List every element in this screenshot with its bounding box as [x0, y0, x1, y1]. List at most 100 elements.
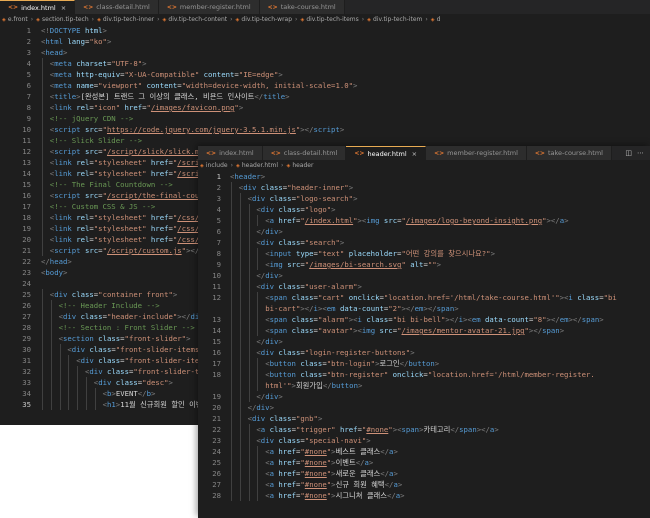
- code-token: div: [260, 348, 274, 357]
- indent-guide: [42, 245, 43, 256]
- tab-class-detail[interactable]: <> class-detail.html: [262, 146, 347, 160]
- code-line: 11 <!-- Slick Slider -->: [0, 135, 650, 146]
- more-actions-icon[interactable]: ⋯: [637, 149, 644, 157]
- code-text: <a href="#none">새로운 클래스</a>: [265, 468, 398, 479]
- element-icon: ◈: [300, 16, 305, 23]
- breadcrumb-item[interactable]: › ◈ section.tip-tech: [28, 16, 89, 23]
- code-token: link: [54, 224, 72, 233]
- code-token: div: [260, 205, 274, 214]
- indent-guide: [42, 366, 43, 377]
- indent-guide: [231, 391, 232, 402]
- code-token: data-count: [485, 315, 529, 324]
- tab-label: index.html: [219, 149, 254, 157]
- tab-header[interactable]: <> header.html ×: [346, 146, 427, 160]
- tab-index[interactable]: <> index.html ×: [0, 0, 76, 14]
- code-token: 새로운 클래스: [335, 469, 381, 478]
- line-number: 8: [216, 249, 221, 258]
- code-token: "location.href='/html/member-register.: [427, 370, 595, 379]
- indent-guide: [248, 380, 250, 391]
- indent-guide: [50, 399, 52, 410]
- code-line: 3 <div class="logo-search">: [198, 193, 650, 204]
- line-number: 14: [22, 169, 31, 178]
- code-token: #none: [366, 425, 389, 434]
- close-icon[interactable]: ×: [61, 4, 66, 12]
- indent-guide: [239, 314, 241, 325]
- line-number: 25: [212, 458, 221, 467]
- tab-take-course[interactable]: <> take-course.html: [259, 0, 345, 14]
- code-token: src: [84, 147, 99, 156]
- code-line: 12 <span class="cart" onclick="location.h…: [198, 292, 650, 303]
- code-editor[interactable]: 1 <header> 2 <div class="header-inner"> 3 <di…: [198, 171, 650, 518]
- line-number: 1: [216, 172, 221, 181]
- indent-guide: [42, 102, 43, 113]
- code-token: ></: [546, 315, 560, 324]
- code-token: class: [260, 183, 283, 192]
- element-icon: ◈: [36, 16, 40, 23]
- breadcrumb-item[interactable]: › ◈ div.tip-tech-content: [154, 16, 227, 23]
- code-text: <!-- jQuery CDN -->: [50, 113, 133, 124]
- indent-guide: [42, 223, 43, 234]
- code-token: DOCTYPE: [49, 26, 81, 35]
- indent-guide: [59, 399, 61, 410]
- code-line: 18 <button class="btn-register" onclick="…: [198, 369, 650, 380]
- indent-guide: [248, 479, 250, 490]
- line-number: 4: [26, 59, 31, 68]
- line-number: 4: [216, 205, 221, 214]
- editor-tab-bar: <> index.html × <> class-detail.html <> member…: [0, 0, 650, 14]
- code-token: href: [150, 213, 169, 222]
- code-text: </div>: [256, 391, 282, 402]
- line-number: 12: [212, 293, 221, 302]
- breadcrumb-label: div.tip-tech-inner: [102, 16, 155, 23]
- breadcrumb-item[interactable]: ◈ include: [200, 162, 228, 169]
- line-number: 28: [22, 323, 31, 332]
- indent-guide: [239, 336, 241, 347]
- code-token: ></: [401, 304, 415, 313]
- code-token: >: [142, 59, 147, 68]
- line-number: 18: [212, 370, 221, 379]
- indent-guide: [248, 303, 250, 314]
- indent-guide: [257, 215, 259, 226]
- code-token: class: [269, 194, 292, 203]
- code-text: <div class="front-slider-items">: [67, 344, 208, 355]
- code-line: 14 <span class="avatar"><img src="/images…: [198, 325, 650, 336]
- tab-member-register[interactable]: <> member-register.html: [158, 0, 260, 14]
- breadcrumb-item[interactable]: › ◈ div.tip-tech-inner: [89, 16, 154, 23]
- line-number: 12: [22, 147, 31, 156]
- line-number: 24: [22, 279, 31, 288]
- indent-guide: [239, 413, 241, 424]
- breadcrumb-item[interactable]: ◈ e.front: [2, 16, 28, 23]
- code-token: rel: [76, 213, 90, 222]
- code-text: <body>: [41, 267, 67, 278]
- code-token: "header-include": [106, 312, 178, 321]
- indent-guide: [248, 391, 250, 402]
- code-token: span: [542, 326, 560, 335]
- tab-take-course[interactable]: <> take-course.html: [526, 146, 612, 160]
- code-line: 10 </div>: [198, 270, 650, 281]
- split-editor-icon[interactable]: ◫: [625, 149, 632, 157]
- indent-guide: [239, 457, 241, 468]
- code-line: 23 <div class="special-navi">: [198, 435, 650, 446]
- code-token: "header-inner": [287, 183, 349, 192]
- code-token: script: [54, 147, 81, 156]
- code-line: 9 <!-- jQuery CDN -->: [0, 113, 650, 124]
- code-token: div: [71, 345, 85, 354]
- breadcrumb-item[interactable]: › ◈ header.html: [228, 162, 278, 169]
- tab-member-register[interactable]: <> member-register.html: [426, 146, 527, 160]
- breadcrumb-item[interactable]: › ◈ header: [278, 162, 313, 169]
- tab-class-detail[interactable]: <> class-detail.html: [75, 0, 159, 14]
- breadcrumb-item[interactable]: › ◈ div.tip-tech-wrap: [227, 16, 292, 23]
- breadcrumb-item[interactable]: › ◈ d: [422, 16, 440, 23]
- tab-index[interactable]: <> index.html: [198, 146, 263, 160]
- code-line: 4 <meta charset="UTF-8">: [0, 58, 650, 69]
- code-token: span: [401, 425, 420, 434]
- breadcrumb-item[interactable]: › ◈ div.tip-tech-item: [359, 16, 423, 23]
- indent-guide: [248, 435, 250, 446]
- code-token: </: [322, 381, 332, 390]
- indent-guide: [42, 333, 43, 344]
- breadcrumb-item[interactable]: › ◈ div.tip-tech-items: [292, 16, 359, 23]
- line-number: 33: [22, 378, 31, 387]
- indent-guide: [257, 358, 259, 369]
- indent-guide: [68, 388, 70, 399]
- close-icon[interactable]: ×: [412, 150, 417, 158]
- code-token: </: [256, 337, 266, 346]
